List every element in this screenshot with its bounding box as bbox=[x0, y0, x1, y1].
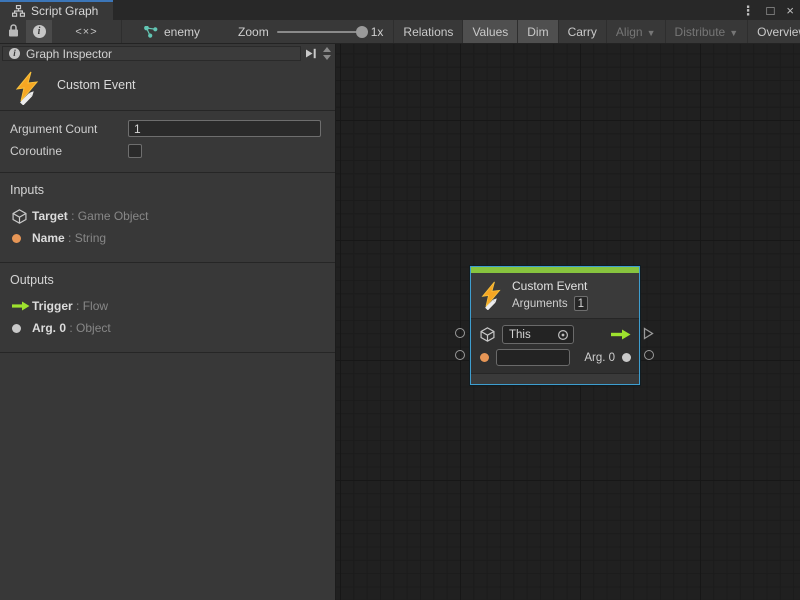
target-input-port[interactable] bbox=[455, 328, 465, 338]
stepper-down-icon[interactable] bbox=[323, 55, 331, 60]
arg0-output-port[interactable] bbox=[644, 350, 654, 360]
window-close-icon[interactable]: × bbox=[786, 4, 794, 17]
breadcrumb-label: enemy bbox=[164, 25, 200, 39]
node-arg0-label: Arg. 0 bbox=[584, 352, 615, 364]
window-maximize-icon[interactable]: □ bbox=[767, 4, 775, 17]
output-row-trigger: Trigger : Flow bbox=[10, 296, 325, 316]
tab-label: Script Graph bbox=[31, 4, 98, 18]
custom-event-icon bbox=[480, 281, 503, 310]
target-picker-icon[interactable] bbox=[557, 329, 569, 341]
node-title: Custom Event bbox=[512, 279, 588, 293]
button-relations[interactable]: Relations bbox=[394, 20, 463, 43]
name-input-port[interactable] bbox=[455, 350, 465, 360]
zoom-value: 1x bbox=[371, 25, 384, 39]
flow-arrow-icon bbox=[10, 301, 32, 311]
argument-count-field[interactable] bbox=[128, 120, 321, 137]
chevron-down-icon: ▼ bbox=[729, 28, 738, 38]
custom-event-icon bbox=[14, 71, 41, 105]
inspector-event-title: Custom Event bbox=[57, 71, 136, 92]
chevron-down-icon: ▼ bbox=[647, 28, 656, 38]
zoom-label: Zoom bbox=[238, 25, 269, 39]
button-dim[interactable]: Dim bbox=[518, 20, 558, 43]
dock-icon bbox=[305, 48, 317, 59]
input-row-target: Target : Game Object bbox=[10, 206, 325, 226]
inspector-header-label: Graph Inspector bbox=[26, 47, 112, 61]
outputs-heading: Outputs bbox=[10, 273, 325, 287]
inputs-section: Inputs Target : Game Object Name : Strin… bbox=[0, 173, 335, 262]
inputs-heading: Inputs bbox=[10, 183, 325, 197]
zoom-slider[interactable] bbox=[277, 31, 363, 33]
graph-breadcrumb[interactable]: enemy bbox=[122, 20, 210, 43]
graph-canvas[interactable]: Custom Event Arguments 1 bbox=[336, 44, 800, 600]
button-values[interactable]: Values bbox=[463, 20, 518, 43]
node-arguments-label: Arguments bbox=[512, 298, 568, 310]
tab-script-graph[interactable]: Script Graph bbox=[0, 0, 113, 20]
zoom-slider-handle[interactable] bbox=[356, 26, 368, 38]
flow-arrow-icon[interactable] bbox=[611, 329, 631, 340]
arg0-port-icon[interactable] bbox=[622, 353, 631, 362]
lock-icon bbox=[8, 24, 19, 40]
script-graph-icon bbox=[12, 5, 25, 17]
button-carry[interactable]: Carry bbox=[559, 20, 607, 43]
name-port-icon[interactable] bbox=[480, 353, 489, 362]
dock-panel-button[interactable] bbox=[303, 46, 319, 61]
node-target-dropdown[interactable]: This bbox=[502, 325, 574, 344]
node-header[interactable]: Custom Event Arguments 1 bbox=[471, 273, 639, 318]
node-name-field[interactable] bbox=[496, 349, 570, 366]
node-footer bbox=[471, 373, 639, 384]
window-menu-icon[interactable]: ⋮ bbox=[742, 4, 755, 17]
info-icon: i bbox=[9, 48, 20, 59]
node-arguments-count[interactable]: 1 bbox=[574, 296, 588, 311]
coroutine-label: Coroutine bbox=[10, 144, 128, 158]
info-icon: i bbox=[33, 25, 46, 38]
stepper-up-icon[interactable] bbox=[323, 47, 331, 52]
code-preview-button[interactable]: <×> bbox=[52, 20, 122, 43]
argument-count-label: Argument Count bbox=[10, 122, 128, 136]
string-port-icon bbox=[12, 234, 21, 243]
inspect-toggle-button[interactable]: i bbox=[26, 20, 52, 43]
panel-stepper[interactable] bbox=[321, 47, 333, 60]
outputs-section: Outputs Trigger : Flow Arg. 0 : Object bbox=[0, 263, 335, 352]
trigger-output-port[interactable] bbox=[643, 327, 654, 343]
button-distribute[interactable]: Distribute ▼ bbox=[666, 20, 749, 43]
event-title-block: Custom Event bbox=[0, 62, 335, 110]
input-row-name: Name : String bbox=[10, 228, 325, 248]
cube-icon bbox=[10, 209, 32, 224]
cube-icon bbox=[480, 327, 495, 342]
object-port-icon bbox=[12, 324, 21, 333]
graph-inspector-panel: i Graph Inspector bbox=[0, 44, 336, 600]
graph-toolbar: i <×> enemy Zoom 1x Relations Values Dim bbox=[0, 20, 800, 44]
output-row-arg0: Arg. 0 : Object bbox=[10, 318, 325, 338]
window-tab-bar: Script Graph ⋮ □ × bbox=[0, 0, 800, 20]
button-align[interactable]: Align ▼ bbox=[607, 20, 666, 43]
button-overview[interactable]: Overview bbox=[748, 20, 800, 43]
node-custom-event[interactable]: Custom Event Arguments 1 bbox=[470, 266, 640, 385]
lock-button[interactable] bbox=[0, 20, 26, 43]
graph-node-icon bbox=[144, 26, 158, 38]
graph-inspector-header: i Graph Inspector bbox=[2, 46, 301, 61]
coroutine-checkbox[interactable] bbox=[128, 144, 142, 158]
